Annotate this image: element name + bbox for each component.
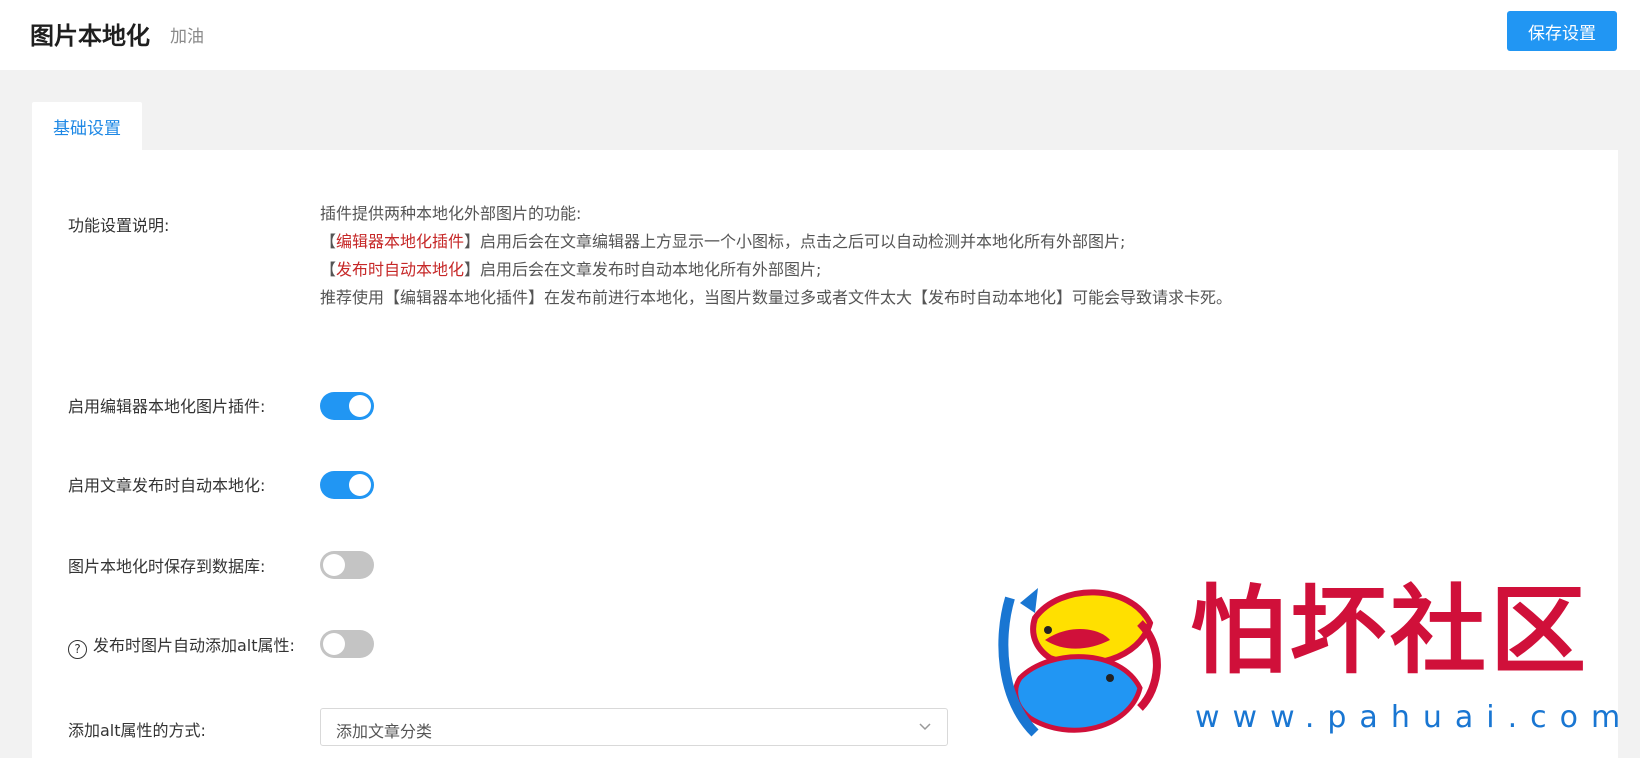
watermark-url: www.pahuai.com <box>1195 700 1634 735</box>
editor-plugin-highlight: 编辑器本地化插件 <box>336 232 465 251</box>
auto-publish-toggle[interactable] <box>320 471 374 499</box>
auto-alt-toggle[interactable] <box>320 630 374 658</box>
auto-alt-label-text: 发布时图片自动添加alt属性: <box>93 636 295 655</box>
save-db-label: 图片本地化时保存到数据库: <box>68 557 266 576</box>
description-line-3: 【发布时自动本地化】启用后会在文章发布时自动本地化所有外部图片; <box>320 256 1250 284</box>
alt-method-label: 添加alt属性的方式: <box>68 721 206 740</box>
auto-publish-label: 启用文章发布时自动本地化: <box>68 476 266 495</box>
toggle-knob <box>323 554 345 576</box>
description-line-4: 推荐使用【编辑器本地化插件】在发布前进行本地化，当图片数量过多或者文件太大【发布… <box>320 288 1233 307</box>
save-db-toggle[interactable] <box>320 551 374 579</box>
chevron-down-icon <box>919 723 931 731</box>
description-label: 功能设置说明: <box>68 216 170 235</box>
help-icon[interactable]: ? <box>68 640 87 659</box>
save-settings-button[interactable]: 保存设置 <box>1507 11 1617 51</box>
watermark: 怕坏社区 www.pahuai.com <box>990 576 1620 746</box>
description-line-3-rest: 】启用后会在文章发布时自动本地化所有外部图片; <box>464 260 822 279</box>
alt-method-select[interactable]: 添加文章分类 <box>320 708 948 746</box>
toggle-knob <box>349 395 371 417</box>
description-text: 插件提供两种本地化外部图片的功能: 【编辑器本地化插件】启用后会在文章编辑器上方… <box>320 200 1250 312</box>
tab-basic-settings[interactable]: 基础设置 <box>32 102 142 150</box>
description-line-2: 【编辑器本地化插件】启用后会在文章编辑器上方显示一个小图标，点击之后可以自动检测… <box>320 228 1250 256</box>
editor-plugin-label: 启用编辑器本地化图片插件: <box>68 397 266 416</box>
fish-logo-icon <box>998 588 1161 737</box>
auto-publish-highlight: 发布时自动本地化 <box>336 260 465 279</box>
toggle-knob <box>323 633 345 655</box>
editor-plugin-toggle[interactable] <box>320 392 374 420</box>
alt-method-value: 添加文章分类 <box>336 722 433 741</box>
description-line-2-rest: 】启用后会在文章编辑器上方显示一个小图标，点击之后可以自动检测并本地化所有外部图… <box>464 232 1126 251</box>
auto-alt-label: ? 发布时图片自动添加alt属性: <box>68 632 295 659</box>
watermark-text: 怕坏社区 <box>1190 574 1590 687</box>
bracket-open: 【 <box>320 260 337 279</box>
page-title: 图片本地化 <box>30 22 150 50</box>
toggle-knob <box>349 474 371 496</box>
page-subtitle: 加油 <box>170 27 204 47</box>
top-bar: 图片本地化 加油 保存设置 <box>0 0 1640 70</box>
bracket-open: 【 <box>320 232 337 251</box>
description-line-1: 插件提供两种本地化外部图片的功能: <box>320 204 582 223</box>
